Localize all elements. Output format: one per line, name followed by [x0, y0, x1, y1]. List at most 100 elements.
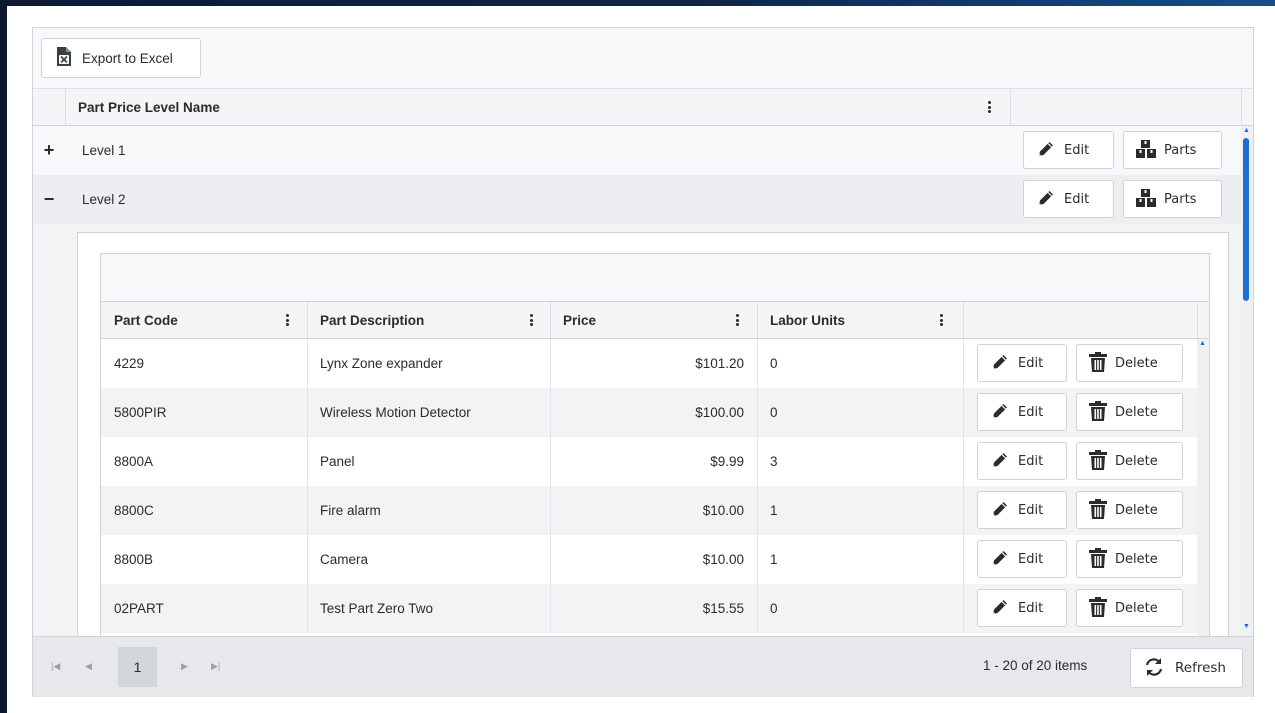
cell-separator — [307, 388, 308, 437]
table-row: 8800C Fire alarm $10.00 1 Edit Delete — [101, 486, 1197, 535]
delete-part-button[interactable]: Delete — [1076, 589, 1183, 627]
level-name: Level 1 — [82, 143, 126, 158]
edit-label: Edit — [1064, 142, 1090, 158]
cell-separator — [757, 339, 758, 388]
edit-label: Edit — [1018, 404, 1044, 420]
window-top-bar — [0, 0, 1275, 6]
labor-units-cell: 3 — [770, 454, 778, 469]
column-separator — [1010, 89, 1011, 125]
labor-units-cell: 0 — [770, 601, 778, 616]
edit-level-button[interactable]: Edit — [1023, 180, 1114, 218]
delete-part-button[interactable]: Delete — [1076, 491, 1183, 529]
labor-units-cell: 1 — [770, 552, 778, 567]
edit-part-button[interactable]: Edit — [977, 540, 1067, 578]
column-menu-kebab-icon[interactable] — [935, 312, 947, 328]
edit-level-button[interactable]: Edit — [1023, 131, 1114, 169]
part-price-level-grid: Export to Excel Part Price Level Name + … — [32, 27, 1254, 697]
labor-units-cell: 0 — [770, 405, 778, 420]
part-code-cell: 02PART — [114, 601, 164, 616]
cell-separator — [757, 437, 758, 486]
trash-icon — [1089, 351, 1107, 375]
edit-part-button[interactable]: Edit — [977, 589, 1067, 627]
master-vertical-scrollbar[interactable]: ▲ ▼ — [1241, 126, 1253, 636]
labor-units-cell: 0 — [770, 356, 778, 371]
refresh-button[interactable]: Refresh — [1130, 648, 1243, 688]
cell-separator — [963, 486, 964, 535]
cell-separator — [307, 535, 308, 584]
trash-icon — [1089, 596, 1107, 620]
delete-part-button[interactable]: Delete — [1076, 344, 1183, 382]
edit-part-button[interactable]: Edit — [977, 491, 1067, 529]
detail-grid-header: Part Code Part Description Price Labor U… — [101, 302, 1209, 339]
column-menu-kebab-icon[interactable] — [983, 99, 995, 115]
first-page-icon[interactable]: |◀ — [51, 661, 60, 672]
delete-label: Delete — [1115, 502, 1158, 518]
last-page-icon[interactable]: ▶| — [211, 661, 220, 672]
detail-vertical-scrollbar[interactable]: ▲ — [1197, 339, 1209, 636]
column-separator — [307, 302, 308, 338]
scrollbar-thumb[interactable] — [1243, 138, 1249, 301]
edit-label: Edit — [1018, 355, 1044, 371]
edit-part-button[interactable]: Edit — [977, 393, 1067, 431]
cell-separator — [307, 339, 308, 388]
table-row: 5800PIR Wireless Motion Detector $100.00 0 E… — [101, 388, 1197, 437]
part-code-cell: 4229 — [114, 356, 145, 371]
column-menu-kebab-icon[interactable] — [731, 312, 743, 328]
refresh-label: Refresh — [1175, 660, 1226, 676]
next-page-icon[interactable]: ▶ — [181, 661, 188, 672]
detail-row-level-2: Part Code Part Description Price Labor U… — [33, 224, 1241, 636]
column-header-part-price-level-name[interactable]: Part Price Level Name — [78, 89, 220, 125]
page-number-button[interactable]: 1 — [118, 647, 157, 687]
price-cell: $10.00 — [702, 503, 744, 518]
table-row: 8800B Camera $10.00 1 Edit Delete — [101, 535, 1197, 584]
export-to-excel-button[interactable]: Export to Excel — [41, 38, 201, 78]
boxes-icon — [1136, 139, 1156, 161]
column-menu-kebab-icon[interactable] — [525, 312, 537, 328]
delete-label: Delete — [1115, 404, 1158, 420]
pencil-icon — [990, 401, 1010, 424]
cell-separator — [963, 388, 964, 437]
parts-level-button[interactable]: Parts — [1123, 131, 1222, 169]
cell-separator — [757, 486, 758, 535]
pencil-icon — [1036, 188, 1056, 211]
parts-detail-grid: Part Code Part Description Price Labor U… — [100, 253, 1210, 636]
column-separator — [757, 302, 758, 338]
pencil-icon — [990, 499, 1010, 522]
parts-label: Parts — [1164, 142, 1197, 158]
pager-info: 1 - 20 of 20 items — [983, 658, 1088, 673]
column-header-part-code[interactable]: Part Code — [114, 302, 178, 338]
scroll-down-arrow-icon[interactable]: ▼ — [1243, 623, 1250, 630]
part-code-cell: 8800C — [114, 503, 154, 518]
delete-part-button[interactable]: Delete — [1076, 442, 1183, 480]
scroll-up-arrow-icon[interactable]: ▲ — [1243, 127, 1250, 134]
excel-icon — [56, 47, 72, 69]
part-description-cell: Camera — [320, 552, 369, 567]
expand-row-icon[interactable]: + — [41, 140, 57, 161]
previous-page-icon[interactable]: ◀ — [85, 661, 92, 672]
scroll-up-arrow-icon[interactable]: ▲ — [1199, 340, 1206, 347]
pencil-icon — [990, 352, 1010, 375]
column-header-labor-units[interactable]: Labor Units — [770, 302, 845, 338]
pencil-icon — [990, 548, 1010, 571]
column-header-part-description[interactable]: Part Description — [320, 302, 424, 338]
edit-part-button[interactable]: Edit — [977, 344, 1067, 382]
cell-separator — [757, 535, 758, 584]
labor-units-cell: 1 — [770, 503, 778, 518]
edit-label: Edit — [1018, 551, 1044, 567]
grid-toolbar: Export to Excel — [33, 28, 1253, 89]
parts-level-button[interactable]: Parts — [1123, 180, 1222, 218]
cell-separator — [963, 584, 964, 633]
part-description-cell: Test Part Zero Two — [320, 601, 434, 616]
column-header-price[interactable]: Price — [563, 302, 596, 338]
edit-part-button[interactable]: Edit — [977, 442, 1067, 480]
delete-label: Delete — [1115, 551, 1158, 567]
part-description-cell: Fire alarm — [320, 503, 381, 518]
column-separator — [963, 302, 964, 338]
delete-part-button[interactable]: Delete — [1076, 540, 1183, 578]
column-separator — [1197, 302, 1198, 338]
column-menu-kebab-icon[interactable] — [281, 312, 293, 328]
level-name: Level 2 — [82, 192, 126, 207]
collapse-row-icon[interactable]: − — [41, 189, 57, 210]
delete-part-button[interactable]: Delete — [1076, 393, 1183, 431]
pencil-icon — [990, 597, 1010, 620]
